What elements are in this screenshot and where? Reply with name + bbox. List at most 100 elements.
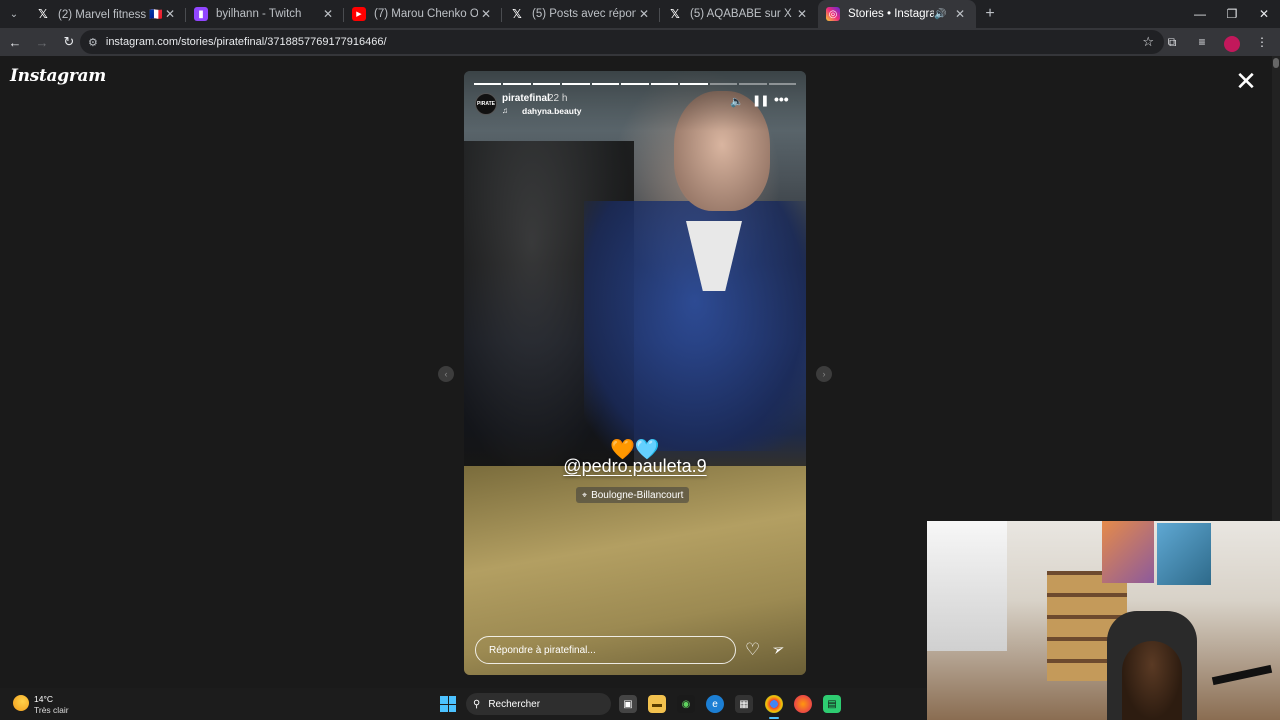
tab-twitch[interactable]: ▮ byilhann - Twitch ✕ bbox=[186, 0, 344, 28]
pause-icon[interactable]: ❚❚ bbox=[752, 94, 769, 107]
story-header: PIRATE piratefinal 22 h ♫ dahyna.beauty … bbox=[474, 91, 796, 121]
avatar bbox=[1224, 36, 1240, 52]
edge-icon[interactable]: e bbox=[706, 695, 724, 713]
minimize-icon[interactable]: — bbox=[1184, 0, 1216, 28]
new-tab-button[interactable]: + bbox=[976, 0, 1004, 28]
arrow-right-icon: → bbox=[35, 34, 49, 50]
tab-marvel-fitness[interactable]: 𝕏 (2) Marvel fitness 🇫🇷 (@Marvel_ ✕ bbox=[28, 0, 186, 28]
close-tab-icon[interactable]: ✕ bbox=[794, 7, 810, 21]
store-icon[interactable]: ▦ bbox=[735, 695, 753, 713]
url-text: instagram.com/stories/piratefinal/371885… bbox=[105, 36, 387, 48]
webcam-microphone bbox=[1211, 664, 1273, 686]
tab-youtube[interactable]: ▶ (7) Marou Chenko Officiel - YouTube ✕ bbox=[344, 0, 502, 28]
chevron-down-icon: ⌄ bbox=[9, 8, 19, 20]
story-progress-segment bbox=[591, 83, 620, 85]
plus-icon: + bbox=[985, 5, 995, 22]
story-progress-segment bbox=[709, 83, 738, 85]
forward-button[interactable]: → bbox=[30, 30, 54, 54]
tab-title: Stories • Instagram bbox=[848, 8, 934, 20]
extensions-icon[interactable]: ⧉ bbox=[1160, 30, 1184, 54]
close-tab-icon[interactable]: ✕ bbox=[162, 7, 178, 21]
app-icon[interactable]: ▤ bbox=[823, 695, 841, 713]
previous-story-button[interactable]: ‹ bbox=[438, 366, 454, 382]
x-icon: 𝕏 bbox=[512, 7, 522, 21]
weather-sun-icon[interactable] bbox=[13, 695, 29, 711]
chevron-left-icon: ‹ bbox=[444, 369, 448, 379]
music-note-icon: ♫ bbox=[502, 106, 508, 115]
file-explorer-icon[interactable]: ▬ bbox=[648, 695, 666, 713]
next-story-button[interactable]: › bbox=[816, 366, 832, 382]
webcam-overlay bbox=[927, 521, 1280, 720]
site-info-icon[interactable]: ⚙ bbox=[88, 36, 98, 49]
story-progress-segment bbox=[621, 83, 649, 85]
location-pin-icon: ⌖ bbox=[582, 489, 588, 500]
restore-icon[interactable]: ❐ bbox=[1216, 0, 1248, 28]
webcam-window-bg bbox=[927, 521, 1007, 651]
address-bar[interactable]: ⚙ instagram.com/stories/piratefinal/3718… bbox=[80, 30, 1164, 54]
reload-button[interactable]: ↻ bbox=[57, 30, 81, 54]
scrollbar-thumb[interactable] bbox=[1273, 58, 1279, 68]
profile-avatar[interactable] bbox=[1220, 30, 1244, 54]
windows-start-icon[interactable] bbox=[440, 696, 456, 712]
tab-title: byilhann - Twitch bbox=[216, 8, 302, 20]
close-story-icon[interactable]: ✕ bbox=[1234, 68, 1258, 94]
story-progress-segment bbox=[474, 83, 502, 85]
taskbar-search[interactable]: ⚲ Rechercher bbox=[466, 693, 611, 715]
volume-icon[interactable]: 🔈 bbox=[730, 95, 744, 108]
media-controls-icon[interactable]: ≡ bbox=[1190, 30, 1214, 54]
story-progress-segment bbox=[562, 83, 590, 85]
tab-title: (2) Marvel fitness 🇫🇷 (@Marvel_ bbox=[58, 9, 162, 21]
webcam-poster bbox=[1157, 523, 1211, 585]
location-sticker[interactable]: ⌖ Boulogne-Billancourt bbox=[576, 487, 690, 503]
instagram-icon: ◎ bbox=[826, 7, 840, 21]
weather-description[interactable]: Très clair bbox=[34, 705, 69, 715]
more-options-icon[interactable]: ••• bbox=[774, 91, 789, 107]
tab-strip: ⌄ 𝕏 (2) Marvel fitness 🇫🇷 (@Marvel_ ✕ ▮ … bbox=[0, 0, 1280, 28]
chrome-icon[interactable] bbox=[765, 695, 783, 713]
back-button[interactable]: ← bbox=[3, 30, 27, 54]
speaker-icon[interactable]: 🔊 bbox=[934, 9, 948, 20]
close-tab-icon[interactable]: ✕ bbox=[320, 7, 336, 21]
like-heart-icon[interactable]: ♡ bbox=[745, 640, 760, 660]
instagram-logo[interactable]: Instagram bbox=[10, 66, 106, 86]
x-icon: 𝕏 bbox=[38, 7, 48, 21]
close-tab-icon[interactable]: ✕ bbox=[478, 7, 494, 21]
reply-input[interactable] bbox=[475, 636, 736, 664]
tab-title: (7) Marou Chenko Officiel - YouTube bbox=[374, 8, 478, 20]
weather-temperature[interactable]: 14°C bbox=[34, 694, 53, 704]
x-icon: 𝕏 bbox=[670, 7, 680, 21]
xbox-icon[interactable]: ◉ bbox=[677, 695, 695, 713]
search-icon: ⚲ bbox=[473, 698, 481, 710]
active-app-indicator bbox=[769, 717, 779, 719]
close-window-icon[interactable]: ✕ bbox=[1248, 0, 1280, 28]
story-progress-segment bbox=[650, 83, 679, 85]
close-tab-icon[interactable]: ✕ bbox=[636, 7, 652, 21]
story-time: 22 h bbox=[548, 93, 568, 104]
tab-posts-reponses[interactable]: 𝕏 (5) Posts avec réponses de Boo ✕ bbox=[502, 0, 660, 28]
youtube-icon: ▶ bbox=[352, 7, 366, 21]
story-progress-segment bbox=[768, 83, 796, 85]
task-view-icon[interactable]: ▣ bbox=[619, 695, 637, 713]
close-tab-icon[interactable]: ✕ bbox=[952, 7, 968, 21]
story-progress-segment bbox=[532, 83, 561, 85]
bookmark-star-icon[interactable]: ☆ bbox=[1142, 34, 1154, 50]
tab-title: (5) AQABABE sur X : "D'après m bbox=[690, 8, 794, 20]
tab-search-button[interactable]: ⌄ bbox=[2, 2, 26, 26]
story-music-account[interactable]: dahyna.beauty bbox=[522, 106, 582, 116]
reload-icon: ↻ bbox=[63, 34, 75, 49]
location-text: Boulogne-Billancourt bbox=[591, 489, 684, 501]
chevron-right-icon: › bbox=[822, 369, 826, 379]
story-card[interactable]: PIRATE piratefinal 22 h ♫ dahyna.beauty … bbox=[464, 71, 806, 675]
toolbar-right: ⧉ ≡ ⋮ bbox=[1154, 30, 1274, 54]
story-username[interactable]: piratefinal bbox=[502, 93, 550, 104]
firefox-icon[interactable] bbox=[794, 695, 812, 713]
tab-instagram-stories[interactable]: ◎ Stories • Instagram 🔊 ✕ bbox=[818, 0, 976, 28]
story-progress-segment bbox=[739, 83, 767, 85]
mention-sticker[interactable]: @pedro.pauleta.9 bbox=[464, 456, 806, 477]
story-progress-segment bbox=[680, 83, 708, 85]
window-controls: — ❐ ✕ bbox=[1184, 0, 1280, 28]
arrow-left-icon: ← bbox=[8, 34, 22, 50]
avatar[interactable]: PIRATE bbox=[475, 93, 497, 115]
menu-dots-icon[interactable]: ⋮ bbox=[1250, 30, 1274, 54]
tab-aqababe[interactable]: 𝕏 (5) AQABABE sur X : "D'après m ✕ bbox=[660, 0, 818, 28]
